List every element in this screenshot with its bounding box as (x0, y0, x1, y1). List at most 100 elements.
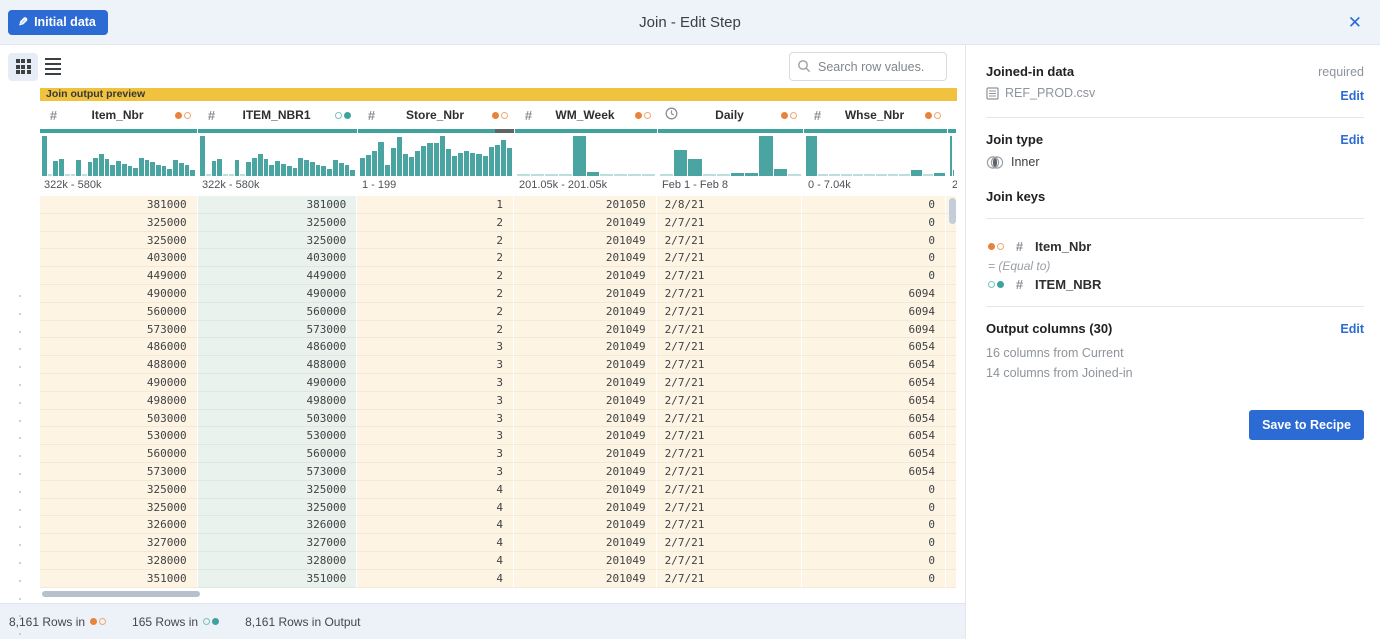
column-header-R[interactable]: #R (948, 101, 957, 129)
close-icon[interactable]: ✕ (1344, 10, 1366, 35)
data-quality-bar[interactable] (40, 129, 197, 133)
grid-cell[interactable]: 2 (357, 321, 514, 339)
grid-cell[interactable]: 326000 (40, 516, 198, 534)
grid-cell[interactable]: 351000 (198, 570, 358, 588)
grid-cell[interactable]: 490000 (40, 374, 198, 392)
grid-cell[interactable]: 4 (357, 552, 514, 570)
grid-cell[interactable]: 2/7/21 (657, 285, 803, 303)
grid-cell[interactable]: 201049 (514, 463, 657, 481)
grid-cell[interactable]: 488000 (40, 356, 198, 374)
grid-cell[interactable]: 325000 (40, 481, 198, 499)
grid-cell[interactable] (946, 516, 957, 534)
grid-cell[interactable]: 6094 (802, 321, 946, 339)
grid-view-button[interactable] (8, 53, 38, 81)
grid-cell[interactable]: 530000 (40, 427, 198, 445)
list-view-button[interactable] (38, 53, 68, 81)
grid-cell[interactable]: 201049 (514, 338, 657, 356)
grid-cell[interactable]: 0 (802, 196, 946, 214)
grid-cell[interactable]: 2/7/21 (657, 303, 803, 321)
grid-cell[interactable]: 328000 (198, 552, 358, 570)
grid-cell[interactable] (946, 374, 957, 392)
grid-cell[interactable]: 2 (357, 249, 514, 267)
grid-cell[interactable]: 2/7/21 (657, 516, 803, 534)
grid-cell[interactable]: 449000 (198, 267, 358, 285)
grid-cell[interactable]: 2 (357, 267, 514, 285)
grid-cell[interactable]: 325000 (40, 232, 198, 250)
grid-cell[interactable]: 560000 (40, 445, 198, 463)
column-header-WM_Week[interactable]: #WM_Week (515, 101, 658, 129)
grid-cell[interactable]: 201049 (514, 552, 657, 570)
grid-cell[interactable] (946, 321, 957, 339)
grid-cell[interactable]: 2/7/21 (657, 410, 803, 428)
grid-cell[interactable]: 327000 (198, 534, 358, 552)
grid-cell[interactable]: 6094 (802, 285, 946, 303)
grid-cell[interactable]: 0 (802, 232, 946, 250)
grid-cell[interactable]: 3 (357, 427, 514, 445)
grid-cell[interactable]: 3 (357, 445, 514, 463)
grid-cell[interactable]: 403000 (40, 249, 198, 267)
grid-cell[interactable]: 328000 (40, 552, 198, 570)
grid-cell[interactable]: 201049 (514, 267, 657, 285)
join-key-right[interactable]: # ITEM_NBR (988, 277, 1364, 292)
grid-cell[interactable]: 0 (802, 516, 946, 534)
grid-cell[interactable]: 2/7/21 (657, 534, 803, 552)
grid-cell[interactable]: 498000 (198, 392, 358, 410)
grid-cell[interactable]: 449000 (40, 267, 198, 285)
grid-cell[interactable]: 403000 (198, 249, 358, 267)
column-header-Store_Nbr[interactable]: #Store_Nbr (358, 101, 515, 129)
grid-cell[interactable]: 2/7/21 (657, 463, 803, 481)
grid-cell[interactable]: 490000 (198, 374, 358, 392)
grid-cell[interactable]: 2 (357, 303, 514, 321)
grid-cell[interactable]: 6054 (802, 427, 946, 445)
grid-cell[interactable]: 4 (357, 481, 514, 499)
grid-cell[interactable]: 3 (357, 463, 514, 481)
grid-cell[interactable]: 2/7/21 (657, 249, 803, 267)
horizontal-scrollbar-thumb[interactable] (42, 591, 200, 597)
join-key-left[interactable]: # Item_Nbr (988, 239, 1364, 254)
grid-cell[interactable]: 201049 (514, 303, 657, 321)
grid-cell[interactable]: 503000 (198, 410, 358, 428)
grid-cell[interactable]: 3 (357, 392, 514, 410)
grid-cell[interactable]: 351000 (40, 570, 198, 588)
grid-cell[interactable]: 2/7/21 (657, 445, 803, 463)
column-histogram[interactable] (40, 134, 198, 176)
grid-cell[interactable]: 2 (357, 232, 514, 250)
grid-cell[interactable]: 381000 (40, 196, 198, 214)
grid-cell[interactable]: 486000 (40, 338, 198, 356)
grid-cell[interactable]: 201049 (514, 214, 657, 232)
grid-cell[interactable]: 490000 (198, 285, 358, 303)
grid-cell[interactable]: 325000 (198, 481, 358, 499)
grid-cell[interactable]: 201049 (514, 285, 657, 303)
grid-cell[interactable]: 3 (357, 338, 514, 356)
grid-cell[interactable]: 2/7/21 (657, 427, 803, 445)
grid-cell[interactable] (946, 570, 957, 588)
grid-cell[interactable] (946, 267, 957, 285)
grid-cell[interactable]: 2/7/21 (657, 374, 803, 392)
vertical-scrollbar-thumb[interactable] (949, 198, 956, 224)
column-histogram[interactable] (948, 134, 957, 176)
grid-cell[interactable]: 490000 (40, 285, 198, 303)
grid-cell[interactable]: 6054 (802, 410, 946, 428)
column-histogram[interactable] (804, 134, 948, 176)
column-header-ITEM_NBR1[interactable]: #ITEM_NBR1 (198, 101, 358, 129)
grid-cell[interactable]: 3 (357, 374, 514, 392)
grid-cell[interactable]: 4 (357, 534, 514, 552)
grid-cell[interactable]: 2/7/21 (657, 214, 803, 232)
grid-cell[interactable] (946, 445, 957, 463)
column-histogram[interactable] (358, 134, 515, 176)
grid-cell[interactable]: 0 (802, 499, 946, 517)
grid-cell[interactable]: 201049 (514, 570, 657, 588)
grid-cell[interactable]: 573000 (40, 463, 198, 481)
grid-cell[interactable]: 2/7/21 (657, 481, 803, 499)
grid-cell[interactable]: 0 (802, 481, 946, 499)
grid-cell[interactable]: 4 (357, 499, 514, 517)
grid-cell[interactable]: 0 (802, 214, 946, 232)
grid-cell[interactable]: 201049 (514, 232, 657, 250)
column-histogram[interactable] (198, 134, 358, 176)
grid-cell[interactable]: 201049 (514, 374, 657, 392)
grid-cell[interactable]: 0 (802, 570, 946, 588)
grid-cell[interactable]: 201049 (514, 410, 657, 428)
grid-cell[interactable]: 325000 (198, 232, 358, 250)
grid-cell[interactable] (946, 534, 957, 552)
grid-cell[interactable]: 530000 (198, 427, 358, 445)
